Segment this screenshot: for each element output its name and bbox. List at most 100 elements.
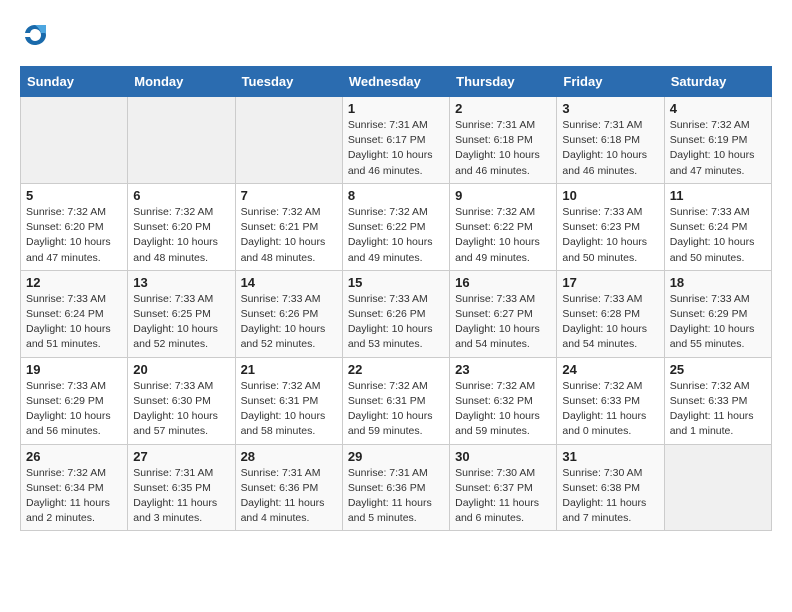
day-number: 16 bbox=[455, 275, 551, 290]
calendar-cell bbox=[235, 97, 342, 184]
day-info: Sunrise: 7:33 AM Sunset: 6:30 PM Dayligh… bbox=[133, 379, 229, 440]
calendar-cell: 23Sunrise: 7:32 AM Sunset: 6:32 PM Dayli… bbox=[450, 357, 557, 444]
day-number: 4 bbox=[670, 101, 766, 116]
day-number: 31 bbox=[562, 449, 658, 464]
day-number: 13 bbox=[133, 275, 229, 290]
week-row-1: 1 Sunrise: 7:31 AM Sunset: 6:17 PM Daylig… bbox=[21, 97, 772, 184]
day-info: Sunrise: 7:32 AM Sunset: 6:33 PM Dayligh… bbox=[562, 379, 658, 440]
day-info: Sunrise: 7:33 AM Sunset: 6:27 PM Dayligh… bbox=[455, 292, 551, 353]
day-number: 19 bbox=[26, 362, 122, 377]
day-number: 9 bbox=[455, 188, 551, 203]
day-number: 26 bbox=[26, 449, 122, 464]
calendar-cell: 14 Sunrise: 7:33 AM Sunset: 6:26 PM Dayli… bbox=[235, 270, 342, 357]
day-number: 27 bbox=[133, 449, 229, 464]
day-info: Sunrise: 7:33 AM Sunset: 6:29 PM Dayligh… bbox=[26, 379, 122, 440]
day-number: 6 bbox=[133, 188, 229, 203]
day-number: 8 bbox=[348, 188, 444, 203]
calendar-cell: 8 Sunrise: 7:32 AM Sunset: 6:22 PM Daylig… bbox=[342, 183, 449, 270]
logo bbox=[20, 20, 54, 50]
calendar-cell bbox=[21, 97, 128, 184]
day-info: Sunrise: 7:31 AM Sunset: 6:18 PM Dayligh… bbox=[455, 118, 551, 179]
day-number: 3 bbox=[562, 101, 658, 116]
day-info: Sunrise: 7:32 AM Sunset: 6:21 PM Dayligh… bbox=[241, 205, 337, 266]
weekday-header-thursday: Thursday bbox=[450, 67, 557, 97]
day-info: Sunrise: 7:33 AM Sunset: 6:28 PM Dayligh… bbox=[562, 292, 658, 353]
calendar-cell: 18 Sunrise: 7:33 AM Sunset: 6:29 PM Dayli… bbox=[664, 270, 771, 357]
day-number: 24 bbox=[562, 362, 658, 377]
day-info: Sunrise: 7:31 AM Sunset: 6:17 PM Dayligh… bbox=[348, 118, 444, 179]
day-info: Sunrise: 7:32 AM Sunset: 6:32 PM Dayligh… bbox=[455, 379, 551, 440]
calendar-cell: 16 Sunrise: 7:33 AM Sunset: 6:27 PM Dayli… bbox=[450, 270, 557, 357]
calendar-cell bbox=[664, 444, 771, 531]
day-number: 25 bbox=[670, 362, 766, 377]
calendar-cell bbox=[128, 97, 235, 184]
day-info: Sunrise: 7:31 AM Sunset: 6:36 PM Dayligh… bbox=[241, 466, 337, 527]
weekday-header-friday: Friday bbox=[557, 67, 664, 97]
day-info: Sunrise: 7:30 AM Sunset: 6:37 PM Dayligh… bbox=[455, 466, 551, 527]
day-info: Sunrise: 7:31 AM Sunset: 6:18 PM Dayligh… bbox=[562, 118, 658, 179]
day-info: Sunrise: 7:33 AM Sunset: 6:23 PM Dayligh… bbox=[562, 205, 658, 266]
day-info: Sunrise: 7:33 AM Sunset: 6:29 PM Dayligh… bbox=[670, 292, 766, 353]
calendar-cell: 10 Sunrise: 7:33 AM Sunset: 6:23 PM Dayli… bbox=[557, 183, 664, 270]
day-info: Sunrise: 7:30 AM Sunset: 6:38 PM Dayligh… bbox=[562, 466, 658, 527]
weekday-header-row: SundayMondayTuesdayWednesdayThursdayFrid… bbox=[21, 67, 772, 97]
calendar-cell: 17Sunrise: 7:33 AM Sunset: 6:28 PM Dayli… bbox=[557, 270, 664, 357]
day-info: Sunrise: 7:32 AM Sunset: 6:19 PM Dayligh… bbox=[670, 118, 766, 179]
day-number: 12 bbox=[26, 275, 122, 290]
logo-icon bbox=[20, 20, 50, 50]
weekday-header-monday: Monday bbox=[128, 67, 235, 97]
day-info: Sunrise: 7:32 AM Sunset: 6:22 PM Dayligh… bbox=[455, 205, 551, 266]
day-number: 28 bbox=[241, 449, 337, 464]
calendar-table: SundayMondayTuesdayWednesdayThursdayFrid… bbox=[20, 66, 772, 531]
calendar-cell: 22 Sunrise: 7:32 AM Sunset: 6:31 PM Dayli… bbox=[342, 357, 449, 444]
calendar-cell: 29 Sunrise: 7:31 AM Sunset: 6:36 PM Dayli… bbox=[342, 444, 449, 531]
day-info: Sunrise: 7:33 AM Sunset: 6:26 PM Dayligh… bbox=[241, 292, 337, 353]
week-row-3: 12 Sunrise: 7:33 AM Sunset: 6:24 PM Dayli… bbox=[21, 270, 772, 357]
calendar-cell: 20 Sunrise: 7:33 AM Sunset: 6:30 PM Dayli… bbox=[128, 357, 235, 444]
calendar-cell: 7 Sunrise: 7:32 AM Sunset: 6:21 PM Daylig… bbox=[235, 183, 342, 270]
day-info: Sunrise: 7:32 AM Sunset: 6:22 PM Dayligh… bbox=[348, 205, 444, 266]
day-number: 1 bbox=[348, 101, 444, 116]
day-number: 20 bbox=[133, 362, 229, 377]
day-number: 7 bbox=[241, 188, 337, 203]
calendar-cell: 25Sunrise: 7:32 AM Sunset: 6:33 PM Dayli… bbox=[664, 357, 771, 444]
day-number: 2 bbox=[455, 101, 551, 116]
day-info: Sunrise: 7:31 AM Sunset: 6:35 PM Dayligh… bbox=[133, 466, 229, 527]
day-number: 14 bbox=[241, 275, 337, 290]
calendar-cell: 15 Sunrise: 7:33 AM Sunset: 6:26 PM Dayli… bbox=[342, 270, 449, 357]
day-info: Sunrise: 7:33 AM Sunset: 6:24 PM Dayligh… bbox=[26, 292, 122, 353]
calendar-cell: 31 Sunrise: 7:30 AM Sunset: 6:38 PM Dayli… bbox=[557, 444, 664, 531]
day-info: Sunrise: 7:32 AM Sunset: 6:31 PM Dayligh… bbox=[348, 379, 444, 440]
day-info: Sunrise: 7:32 AM Sunset: 6:34 PM Dayligh… bbox=[26, 466, 122, 527]
weekday-header-saturday: Saturday bbox=[664, 67, 771, 97]
day-info: Sunrise: 7:33 AM Sunset: 6:25 PM Dayligh… bbox=[133, 292, 229, 353]
week-row-2: 5 Sunrise: 7:32 AM Sunset: 6:20 PM Daylig… bbox=[21, 183, 772, 270]
week-row-5: 26 Sunrise: 7:32 AM Sunset: 6:34 PM Dayli… bbox=[21, 444, 772, 531]
day-info: Sunrise: 7:32 AM Sunset: 6:31 PM Dayligh… bbox=[241, 379, 337, 440]
day-info: Sunrise: 7:31 AM Sunset: 6:36 PM Dayligh… bbox=[348, 466, 444, 527]
day-info: Sunrise: 7:33 AM Sunset: 6:26 PM Dayligh… bbox=[348, 292, 444, 353]
calendar-cell: 5 Sunrise: 7:32 AM Sunset: 6:20 PM Daylig… bbox=[21, 183, 128, 270]
day-number: 10 bbox=[562, 188, 658, 203]
day-info: Sunrise: 7:32 AM Sunset: 6:20 PM Dayligh… bbox=[26, 205, 122, 266]
calendar-cell: 13 Sunrise: 7:33 AM Sunset: 6:25 PM Dayli… bbox=[128, 270, 235, 357]
calendar-cell: 9 Sunrise: 7:32 AM Sunset: 6:22 PM Daylig… bbox=[450, 183, 557, 270]
weekday-header-wednesday: Wednesday bbox=[342, 67, 449, 97]
weekday-header-tuesday: Tuesday bbox=[235, 67, 342, 97]
calendar-cell: 4 Sunrise: 7:32 AM Sunset: 6:19 PM Daylig… bbox=[664, 97, 771, 184]
calendar-cell: 26 Sunrise: 7:32 AM Sunset: 6:34 PM Dayli… bbox=[21, 444, 128, 531]
calendar-cell: 3 Sunrise: 7:31 AM Sunset: 6:18 PM Daylig… bbox=[557, 97, 664, 184]
day-number: 11 bbox=[670, 188, 766, 203]
day-number: 15 bbox=[348, 275, 444, 290]
calendar-cell: 19 Sunrise: 7:33 AM Sunset: 6:29 PM Dayli… bbox=[21, 357, 128, 444]
day-number: 18 bbox=[670, 275, 766, 290]
day-number: 22 bbox=[348, 362, 444, 377]
day-info: Sunrise: 7:33 AM Sunset: 6:24 PM Dayligh… bbox=[670, 205, 766, 266]
day-info: Sunrise: 7:32 AM Sunset: 6:20 PM Dayligh… bbox=[133, 205, 229, 266]
calendar-cell: 28 Sunrise: 7:31 AM Sunset: 6:36 PM Dayli… bbox=[235, 444, 342, 531]
day-number: 5 bbox=[26, 188, 122, 203]
calendar-cell: 11 Sunrise: 7:33 AM Sunset: 6:24 PM Dayli… bbox=[664, 183, 771, 270]
calendar-cell: 24 Sunrise: 7:32 AM Sunset: 6:33 PM Dayli… bbox=[557, 357, 664, 444]
calendar-cell: 27 Sunrise: 7:31 AM Sunset: 6:35 PM Dayli… bbox=[128, 444, 235, 531]
day-number: 29 bbox=[348, 449, 444, 464]
